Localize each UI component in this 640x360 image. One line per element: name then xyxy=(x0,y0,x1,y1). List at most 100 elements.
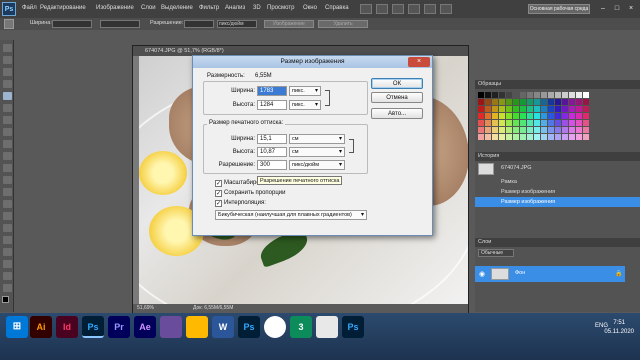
color-swatch[interactable] xyxy=(534,120,540,126)
pixel-height-input[interactable]: 1284 xyxy=(257,100,287,110)
color-swatch[interactable] xyxy=(569,120,575,126)
zoom-level-icon[interactable] xyxy=(392,4,404,14)
color-swatch[interactable] xyxy=(541,113,547,119)
bridge-icon[interactable] xyxy=(360,4,372,14)
color-swatch[interactable] xyxy=(569,134,575,140)
color-swatch[interactable] xyxy=(492,106,498,112)
word-icon[interactable]: W xyxy=(212,316,234,338)
zoom-tool-icon[interactable] xyxy=(3,284,12,292)
color-swatch[interactable] xyxy=(506,106,512,112)
history-item-selected[interactable]: Размер изображения xyxy=(475,197,640,207)
color-swatch[interactable] xyxy=(583,113,589,119)
resample-checkbox[interactable]: ✓ xyxy=(215,200,222,207)
screen-mode-icon[interactable] xyxy=(440,4,452,14)
color-swatch[interactable] xyxy=(548,92,554,98)
color-swatch[interactable] xyxy=(576,127,582,133)
color-swatch[interactable] xyxy=(562,106,568,112)
menu-3d[interactable]: 3D xyxy=(253,5,261,11)
color-swatch[interactable] xyxy=(583,106,589,112)
color-swatch[interactable] xyxy=(576,99,582,105)
color-swatch[interactable] xyxy=(555,99,561,105)
color-swatch[interactable] xyxy=(527,106,533,112)
color-swatch[interactable] xyxy=(478,99,484,105)
blur-tool-icon[interactable] xyxy=(3,188,12,196)
color-swatch[interactable] xyxy=(555,113,561,119)
color-swatch[interactable] xyxy=(506,113,512,119)
color-swatch[interactable] xyxy=(499,134,505,140)
photoshop-icon[interactable]: Ps xyxy=(82,316,104,338)
constrain-proportions-checkbox[interactable]: ✓ xyxy=(215,190,222,197)
color-swatch[interactable] xyxy=(555,106,561,112)
color-swatch[interactable] xyxy=(520,120,526,126)
app-icon-2[interactable] xyxy=(316,316,338,338)
color-swatch[interactable] xyxy=(485,120,491,126)
color-swatch[interactable] xyxy=(583,99,589,105)
menu-edit[interactable]: Редактирование xyxy=(40,5,86,11)
app-3-icon[interactable]: 3 xyxy=(290,316,312,338)
clone-stamp-tool-icon[interactable] xyxy=(3,140,12,148)
color-swatch[interactable] xyxy=(506,99,512,105)
color-swatch[interactable] xyxy=(548,113,554,119)
color-swatch[interactable] xyxy=(520,106,526,112)
color-swatch[interactable] xyxy=(555,134,561,140)
color-swatch[interactable] xyxy=(492,134,498,140)
color-swatch[interactable] xyxy=(569,92,575,98)
color-swatch[interactable] xyxy=(506,92,512,98)
color-swatch[interactable] xyxy=(527,120,533,126)
resolution-input[interactable]: 300 xyxy=(257,160,287,170)
front-image-button[interactable]: Изображение xyxy=(264,20,314,28)
gradient-tool-icon[interactable] xyxy=(3,176,12,184)
pixel-width-input[interactable]: 1783 xyxy=(257,86,287,96)
color-swatch[interactable] xyxy=(513,106,519,112)
color-swatch[interactable] xyxy=(513,134,519,140)
print-width-unit[interactable]: см xyxy=(289,134,345,144)
color-swatch[interactable] xyxy=(499,92,505,98)
color-swatch[interactable] xyxy=(492,113,498,119)
color-swatch[interactable] xyxy=(576,92,582,98)
chrome-icon[interactable] xyxy=(264,316,286,338)
close-app-button[interactable]: × xyxy=(625,3,637,14)
print-height-unit[interactable]: см xyxy=(289,147,345,157)
color-swatch[interactable] xyxy=(492,127,498,133)
maximize-button[interactable]: □ xyxy=(611,3,623,14)
arrange-documents-icon[interactable] xyxy=(424,4,436,14)
ok-button[interactable]: ОК xyxy=(371,78,423,89)
color-swatch[interactable] xyxy=(569,113,575,119)
color-swatch[interactable] xyxy=(492,99,498,105)
color-swatch[interactable] xyxy=(562,127,568,133)
eraser-tool-icon[interactable] xyxy=(3,164,12,172)
minimize-button[interactable]: – xyxy=(597,3,609,14)
menu-help[interactable]: Справка xyxy=(325,5,349,11)
resolution-unit[interactable]: пикс/дюйм xyxy=(289,160,345,170)
menu-select[interactable]: Выделение xyxy=(161,5,193,11)
color-swatch[interactable] xyxy=(527,99,533,105)
type-tool-icon[interactable] xyxy=(3,224,12,232)
opt-unit-select[interactable]: пикс/дюйм xyxy=(217,20,257,28)
color-swatch[interactable] xyxy=(513,120,519,126)
history-item[interactable]: Размер изображения xyxy=(475,187,640,197)
menu-layers[interactable]: Слои xyxy=(141,5,156,11)
layer-row-background[interactable]: ◉ Фон 🔒 xyxy=(475,266,625,282)
color-swatch[interactable] xyxy=(562,120,568,126)
dialog-close-button[interactable]: × xyxy=(408,57,430,67)
color-swatch[interactable] xyxy=(506,120,512,126)
history-brush-tool-icon[interactable] xyxy=(3,152,12,160)
menu-filter[interactable]: Фильтр xyxy=(199,5,219,11)
interpolation-select[interactable]: Бикубическая (наилучшая для плавных град… xyxy=(215,210,367,220)
quick-select-tool-icon[interactable] xyxy=(3,80,12,88)
layers-panel-title[interactable]: Слои xyxy=(475,238,640,247)
color-swatch[interactable] xyxy=(520,127,526,133)
color-swatch[interactable] xyxy=(562,134,568,140)
menu-image[interactable]: Изображение xyxy=(96,5,134,11)
lasso-tool-icon[interactable] xyxy=(3,68,12,76)
color-swatch[interactable] xyxy=(520,113,526,119)
auto-button[interactable]: Авто... xyxy=(371,108,423,119)
brush-tool-icon[interactable] xyxy=(3,128,12,136)
color-swatch[interactable] xyxy=(513,99,519,105)
color-swatch[interactable] xyxy=(520,134,526,140)
color-swatch[interactable] xyxy=(513,127,519,133)
color-swatch[interactable] xyxy=(513,92,519,98)
pen-tool-icon[interactable] xyxy=(3,212,12,220)
marquee-tool-icon[interactable] xyxy=(3,56,12,64)
color-swatch[interactable] xyxy=(541,92,547,98)
